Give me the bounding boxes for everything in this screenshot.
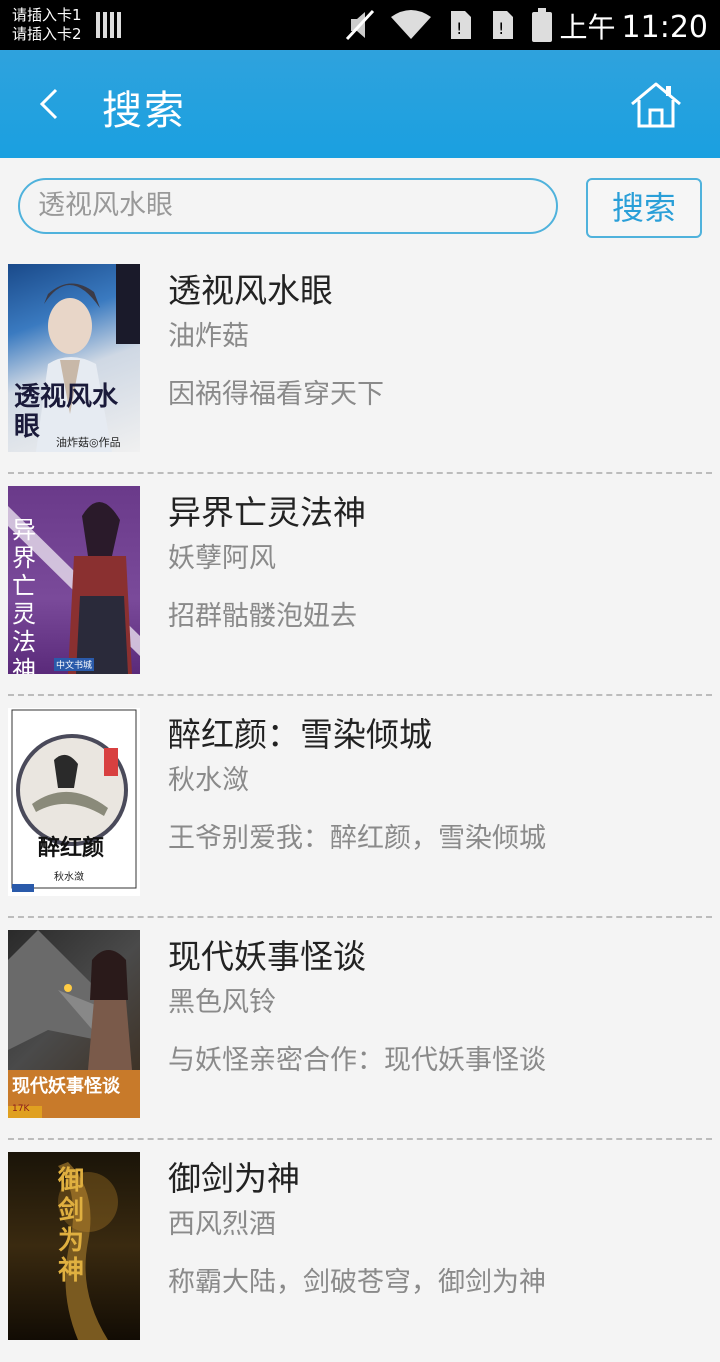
book-author: 妖孽阿风 [168, 543, 276, 574]
book-author: 黑色风铃 [168, 987, 276, 1018]
mute-icon [345, 9, 375, 41]
book-title: 御剑为神 [168, 1159, 300, 1198]
book-item-2[interactable]: 异界亡灵法神 中文书城 异界亡灵法神 妖孽阿风 招群骷髅泡妞去 [0, 474, 720, 696]
home-icon[interactable] [628, 80, 684, 130]
book-item-4[interactable]: 现代妖事怪谈 17K 现代妖事怪谈 黑色风铃 与妖怪亲密合作：现代妖事怪谈 [0, 918, 720, 1140]
book-title: 醉红颜：雪染倾城 [168, 715, 432, 754]
book-title: 异界亡灵法神 [168, 493, 366, 532]
book-title: 现代妖事怪谈 [168, 937, 366, 976]
clock-time: 11:20 [621, 10, 708, 45]
cover-title: 醉红颜 [38, 835, 105, 861]
cover-title: 透视风水眼 [14, 382, 119, 442]
svg-text:!: ! [498, 19, 504, 38]
battery-icon [532, 8, 552, 42]
book-cover: 醉红颜 秋水潋 [8, 708, 140, 896]
cover-title: 御剑为神 [58, 1166, 85, 1286]
wifi-icon [391, 10, 431, 39]
cover-title: 异界亡灵法神 [12, 516, 36, 674]
sim1-label: 请插入卡1 [12, 6, 82, 24]
book-item-3[interactable]: 醉红颜 秋水潋 醉红颜：雪染倾城 秋水潋 王爷别爱我：醉红颜，雪染倾城 [0, 696, 720, 918]
search-input[interactable]: 透视风水眼 [18, 178, 558, 234]
cover-title: 现代妖事怪谈 [12, 1076, 120, 1097]
book-list: 透视风水眼 油炸菇◎作品 透视风水眼 油炸菇 因祸得福看穿天下 异界亡灵法神 中… [0, 252, 720, 1362]
page-title: 搜索 [102, 88, 186, 134]
book-author: 秋水潋 [168, 765, 249, 796]
sim2-label: 请插入卡2 [12, 25, 82, 43]
sim-status: 请插入卡1 请插入卡2 [12, 6, 82, 44]
sim-card-icon: ! [451, 11, 471, 39]
back-arrow-icon[interactable] [30, 82, 74, 126]
app-header: 搜索 [0, 50, 720, 158]
status-bar: 请插入卡1 请插入卡2 ! ! 上午 11:20 [0, 0, 720, 50]
sim-card-icon-2: ! [493, 11, 513, 39]
signal-icon [96, 12, 121, 38]
book-cover: 御剑为神 [8, 1152, 140, 1340]
cover-subtitle: 17K [12, 1104, 30, 1114]
book-description: 因祸得福看穿天下 [168, 379, 384, 410]
book-description: 招群骷髅泡妞去 [168, 601, 357, 632]
svg-text:!: ! [456, 19, 462, 38]
book-author: 油炸菇 [168, 321, 249, 352]
book-cover: 透视风水眼 油炸菇◎作品 [8, 264, 140, 452]
cover-subtitle: 中文书城 [54, 658, 95, 671]
cover-subtitle: 秋水潋 [54, 872, 84, 883]
cover-subtitle: 油炸菇◎作品 [56, 436, 121, 449]
book-item-1[interactable]: 透视风水眼 油炸菇◎作品 透视风水眼 油炸菇 因祸得福看穿天下 [0, 252, 720, 474]
book-title: 透视风水眼 [168, 271, 333, 310]
book-item-5[interactable]: 御剑为神 御剑为神 西风烈酒 称霸大陆，剑破苍穹，御剑为神 [0, 1140, 720, 1362]
book-cover: 现代妖事怪谈 17K [8, 930, 140, 1118]
book-cover: 异界亡灵法神 中文书城 [8, 486, 140, 674]
book-author: 西风烈酒 [168, 1209, 276, 1240]
book-description: 与妖怪亲密合作：现代妖事怪谈 [168, 1045, 546, 1076]
search-button[interactable]: 搜索 [586, 178, 702, 238]
status-icons: ! ! [345, 8, 553, 42]
book-description: 王爷别爱我：醉红颜，雪染倾城 [168, 823, 546, 854]
clock-ampm: 上午 [559, 11, 616, 44]
clock: 上午 11:20 [560, 6, 708, 46]
